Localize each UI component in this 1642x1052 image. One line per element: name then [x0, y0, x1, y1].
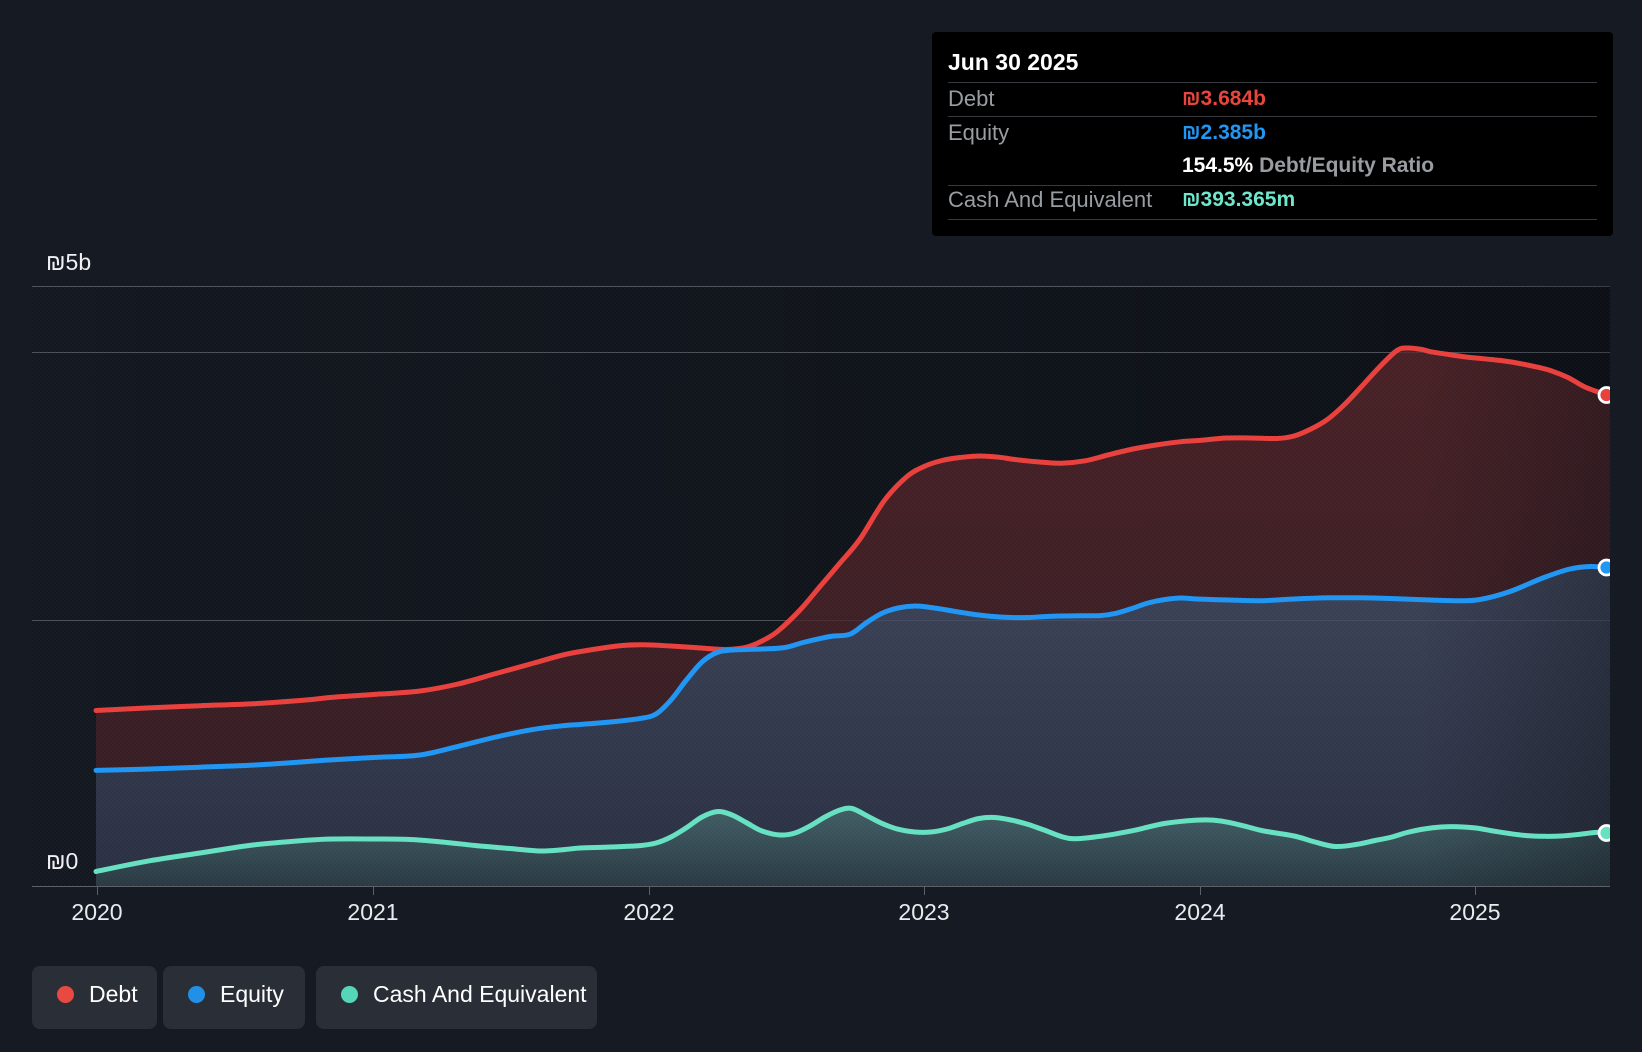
- svg-text:2020: 2020: [71, 899, 122, 925]
- svg-text:₪0: ₪0: [46, 848, 78, 874]
- svg-text:2022: 2022: [623, 899, 674, 925]
- svg-text:₪5b: ₪5b: [46, 249, 91, 275]
- svg-text:2021: 2021: [347, 899, 398, 925]
- svg-text:2023: 2023: [898, 899, 949, 925]
- svg-text:2025: 2025: [1449, 899, 1500, 925]
- svg-text:2024: 2024: [1174, 899, 1225, 925]
